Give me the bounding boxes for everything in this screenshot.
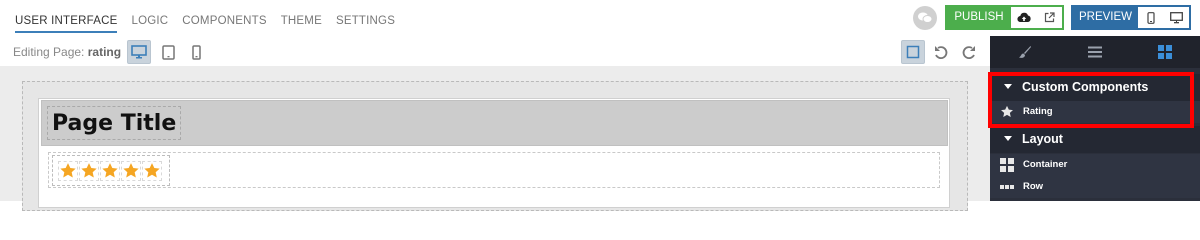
- publish-button[interactable]: PUBLISH: [947, 7, 1011, 28]
- components-panel: Custom Components Rating Layout Containe…: [990, 36, 1200, 201]
- row-icon: [1000, 185, 1014, 189]
- component-label: Rating: [1023, 106, 1053, 117]
- tab-user-interface[interactable]: USER INTERFACE: [8, 0, 124, 36]
- preview-group: PREVIEW: [1071, 5, 1191, 30]
- paintbrush-icon: [1019, 46, 1031, 58]
- undo-button[interactable]: [930, 40, 952, 64]
- editing-page-label: Editing Page: rating: [13, 45, 121, 59]
- monitor-icon: [1169, 11, 1183, 23]
- tab-label: THEME: [280, 15, 322, 27]
- select-mode-button[interactable]: [901, 40, 925, 64]
- editing-prefix: Editing Page:: [13, 45, 85, 59]
- chat-icon: [918, 12, 933, 23]
- top-toolbar: USER INTERFACE LOGIC COMPONENTS THEME SE…: [0, 0, 1200, 36]
- tablet-icon: [161, 44, 175, 60]
- component-row[interactable]: Row: [990, 176, 1200, 198]
- star-icon: [144, 162, 160, 177]
- page-title[interactable]: Page Title: [47, 106, 182, 140]
- tab-settings[interactable]: SETTINGS: [329, 0, 402, 36]
- open-external-button[interactable]: [1037, 7, 1063, 28]
- tab-label: LOGIC: [131, 15, 169, 27]
- tab-label: COMPONENTS: [182, 15, 267, 27]
- cloud-upload-button[interactable]: [1011, 7, 1037, 28]
- section-title: Layout: [1022, 132, 1063, 146]
- star-icon: [81, 162, 97, 177]
- tab-components[interactable]: COMPONENTS: [175, 0, 273, 36]
- rating-star[interactable]: [121, 160, 141, 181]
- panel-tab-style[interactable]: [990, 36, 1060, 68]
- page-name: rating: [87, 45, 122, 59]
- tab-label: SETTINGS: [335, 15, 396, 27]
- grid-icon: [1158, 45, 1172, 59]
- mobile-icon: [191, 44, 201, 60]
- desktop-view-button[interactable]: [127, 40, 151, 64]
- star-icon: [1001, 105, 1013, 118]
- component-container[interactable]: Container: [990, 154, 1200, 176]
- menu-icon: [1088, 46, 1102, 58]
- square-icon: [906, 45, 920, 59]
- component-rating[interactable]: Rating: [990, 101, 1200, 123]
- section-layout[interactable]: Layout: [990, 126, 1200, 153]
- panel-tab-components[interactable]: [1130, 36, 1200, 68]
- preview-mobile-button[interactable]: [1138, 7, 1164, 28]
- phone-icon: [1147, 11, 1155, 24]
- caret-down-icon: [1004, 136, 1012, 142]
- rating-star[interactable]: [79, 160, 99, 181]
- section-custom-components[interactable]: Custom Components: [990, 74, 1200, 101]
- content-row[interactable]: [48, 152, 940, 188]
- tab-logic[interactable]: LOGIC: [124, 0, 175, 36]
- redo-icon: [962, 46, 975, 60]
- main-tabs: USER INTERFACE LOGIC COMPONENTS THEME SE…: [8, 0, 402, 36]
- preview-button[interactable]: PREVIEW: [1073, 7, 1138, 28]
- star-icon: [60, 162, 76, 177]
- undo-icon: [935, 46, 948, 60]
- external-link-icon: [1044, 12, 1055, 23]
- rating-star[interactable]: [142, 160, 162, 181]
- rating-component[interactable]: [52, 155, 170, 186]
- caret-down-icon: [1004, 84, 1012, 90]
- desktop-icon: [131, 45, 147, 59]
- section-title: Custom Components: [1022, 80, 1149, 94]
- panel-tab-layers[interactable]: [1060, 36, 1130, 68]
- component-label: Row: [1023, 181, 1044, 192]
- star-icon: [102, 162, 118, 177]
- rating-star[interactable]: [58, 160, 78, 181]
- container-grid-icon: [1000, 158, 1014, 172]
- rating-star[interactable]: [100, 160, 120, 181]
- chat-button[interactable]: [913, 6, 937, 30]
- mobile-view-button[interactable]: [184, 40, 208, 64]
- tab-theme[interactable]: THEME: [274, 0, 329, 36]
- redo-button[interactable]: [958, 40, 980, 64]
- tab-label: USER INTERFACE: [15, 15, 118, 33]
- publish-group: PUBLISH: [945, 5, 1064, 30]
- tablet-view-button[interactable]: [156, 40, 180, 64]
- panel-tabs: [990, 36, 1200, 68]
- page-title-row[interactable]: Page Title: [41, 100, 948, 146]
- preview-desktop-button[interactable]: [1164, 7, 1190, 28]
- cloud-upload-icon: [1017, 12, 1031, 23]
- star-icon: [123, 162, 139, 177]
- editor-toolbar: Editing Page: rating: [0, 36, 990, 66]
- component-label: Container: [1023, 159, 1068, 170]
